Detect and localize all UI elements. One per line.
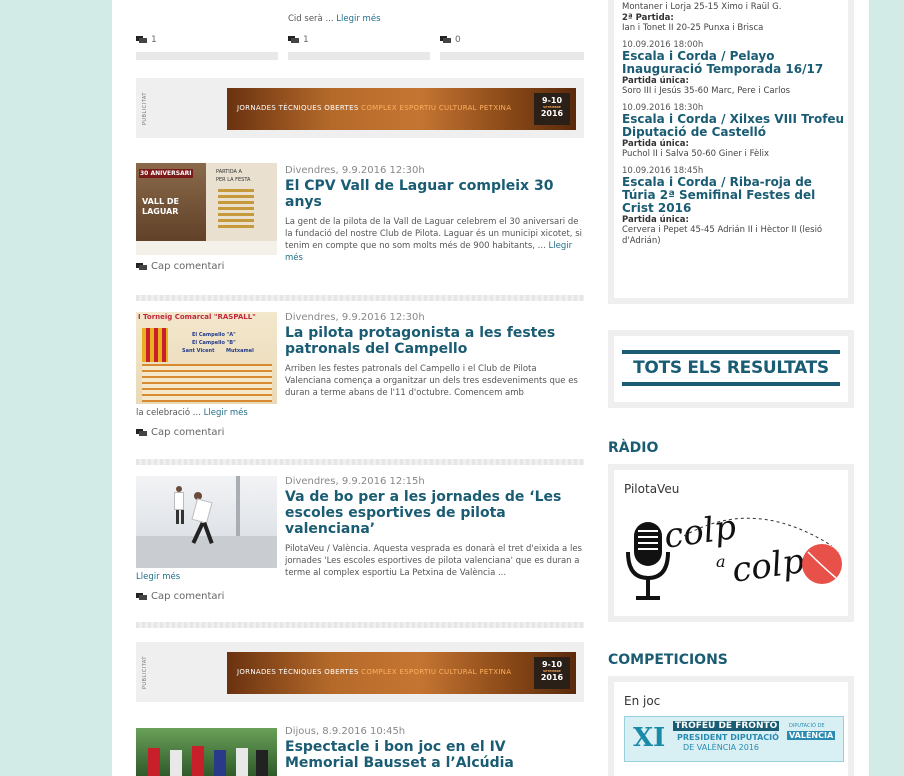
- result-title[interactable]: Escala i Corda / Xilxes VIII Trofeu Dipu…: [622, 113, 848, 139]
- page: Cid serà ... Llegir més 1 1 0 PUBLICITAT…: [112, 0, 869, 776]
- competitions-box: En joc XI TROFEU DE FRONTÓ PRESIDENT DIP…: [608, 676, 854, 776]
- ad-block: PUBLICITAT JORNADES TÈCNIQUES OBERTES CO…: [136, 78, 584, 138]
- article-thumbnail[interactable]: I Torneig Comarcal "RASPALL" El Campello…: [136, 312, 277, 404]
- article-title[interactable]: El CPV Vall de Laguar compleix 30 anys: [285, 178, 584, 210]
- article-date: Divendres, 9.9.2016 12:15h: [285, 476, 425, 487]
- article-excerpt-tail: Llegir més: [136, 572, 180, 582]
- divider: [136, 622, 584, 628]
- divider: [440, 52, 584, 60]
- comment-count[interactable]: Cap comentari: [136, 261, 224, 272]
- radio-box: PilotaVeu colp a colp: [608, 464, 854, 622]
- ad-banner[interactable]: JORNADES TÈCNIQUES OBERTES COMPLEX ESPOR…: [227, 88, 576, 130]
- comment-icon: [136, 262, 147, 270]
- competition-banner[interactable]: XI TROFEU DE FRONTÓ PRESIDENT DIPUTACIÓ …: [624, 716, 844, 762]
- ad-date-badge: 9-10 SETEMBRE 2016: [534, 93, 570, 125]
- result-title[interactable]: Escala i Corda / Riba-roja de Túria 2ª S…: [622, 176, 848, 215]
- top-snippet: Cid serà ... Llegir més: [288, 14, 381, 24]
- article-title[interactable]: La pilota protagonista a les festes patr…: [285, 325, 584, 357]
- article-title[interactable]: Va de bo per a les jornades de ‘Les esco…: [285, 489, 584, 537]
- main-column: Cid serà ... Llegir més 1 1 0 PUBLICITAT…: [136, 0, 584, 776]
- section-title-radio: RÀDIO: [608, 440, 659, 456]
- article-thumbnail[interactable]: 30 ANIVERSARI VALL DE LAGUAR PARTIDA A P…: [136, 163, 277, 255]
- ad-label: PUBLICITAT: [142, 92, 148, 126]
- result-item: 10.09.2016 18:45h Escala i Corda / Riba-…: [622, 166, 848, 247]
- results-box: Montaner i Lorja 25-15 Ximo i Raül G. 2ª…: [608, 0, 854, 304]
- ad-block: PUBLICITAT JORNADES TÈCNIQUES OBERTES CO…: [136, 642, 584, 702]
- result-item: 10.09.2016 18:30h Escala i Corda / Xilxe…: [622, 103, 848, 160]
- comment-icon: [136, 592, 147, 600]
- comment-icon: [288, 36, 299, 43]
- read-more-link[interactable]: Llegir més: [204, 408, 248, 418]
- ad-label: PUBLICITAT: [142, 656, 148, 690]
- comment-count[interactable]: 0: [440, 35, 461, 45]
- article-date: Dijous, 8.9.2016 10:45h: [285, 726, 406, 737]
- comment-icon: [440, 36, 451, 43]
- article-excerpt: Arriben les festes patronals del Campell…: [285, 364, 578, 398]
- ball-icon: [802, 544, 842, 584]
- radio-box-title: PilotaVeu: [624, 482, 680, 496]
- ad-date-badge: 9-10 SETEMBRE 2016: [534, 657, 570, 689]
- article-date: Divendres, 9.9.2016 12:30h: [285, 165, 425, 176]
- result-item: 10.09.2016 18:00h Escala i Corda / Pelay…: [622, 40, 848, 97]
- comment-icon: [136, 428, 147, 436]
- comment-count[interactable]: Cap comentari: [136, 591, 224, 602]
- divider: [136, 295, 584, 301]
- section-title-competicions: COMPETICIONS: [608, 652, 728, 668]
- all-results-button[interactable]: TOTS ELS RESULTATS: [622, 350, 840, 388]
- divider: [136, 459, 584, 465]
- read-more-link[interactable]: Llegir més: [136, 572, 180, 582]
- article-thumbnail[interactable]: [136, 476, 277, 568]
- article-excerpt: PilotaVeu / València. Aquesta vesprada e…: [285, 544, 582, 578]
- competitions-box-title: En joc: [624, 694, 661, 708]
- sidebar: Montaner i Lorja 25-15 Ximo i Raül G. 2ª…: [608, 0, 856, 776]
- comment-count[interactable]: Cap comentari: [136, 427, 224, 438]
- comment-count[interactable]: 1: [136, 35, 157, 45]
- article-excerpt: La gent de la pilota de la Vall de Lagua…: [285, 217, 583, 263]
- article-date: Divendres, 9.9.2016 12:30h: [285, 312, 425, 323]
- article-excerpt-tail: la celebració ... Llegir més: [136, 408, 248, 418]
- radio-logo[interactable]: colp a colp: [624, 502, 844, 612]
- article-title[interactable]: Espectacle i bon joc en el IV Memorial B…: [285, 739, 584, 771]
- read-more-link[interactable]: Llegir més: [336, 14, 380, 24]
- comment-count[interactable]: 1: [288, 35, 309, 45]
- dashed-arc: [684, 517, 833, 546]
- divider: [288, 52, 430, 60]
- all-results-box: TOTS ELS RESULTATS: [608, 330, 854, 408]
- comment-icon: [136, 36, 147, 43]
- divider: [136, 52, 278, 60]
- result-title[interactable]: Escala i Corda / Pelayo Inauguració Temp…: [622, 50, 848, 76]
- article-thumbnail[interactable]: [136, 728, 277, 776]
- ad-banner[interactable]: JORNADES TÈCNIQUES OBERTES COMPLEX ESPOR…: [227, 652, 576, 694]
